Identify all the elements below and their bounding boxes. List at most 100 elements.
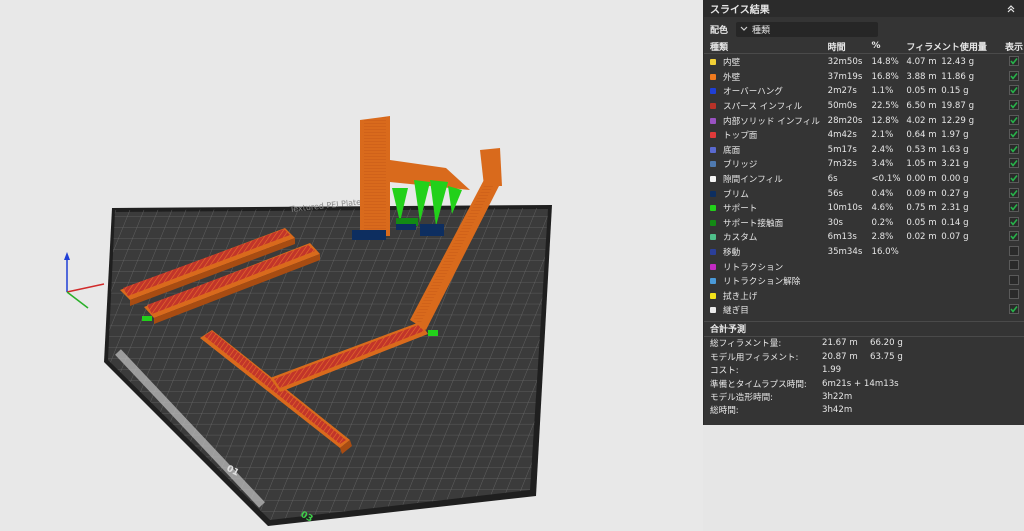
weight-cell: 3.21 g (941, 159, 969, 170)
summary-row: 準備とタイムラプス時間: 6m21s + 14m13s (704, 377, 1024, 390)
length-cell: 0.53 m (906, 144, 937, 155)
check-icon (1010, 131, 1018, 139)
weight-cell: 2.31 g (941, 203, 969, 214)
summary-value-secondary: 63.75 g (870, 351, 903, 362)
feature-name-cell: 移動 (710, 246, 828, 258)
show-checkbox[interactable] (1009, 260, 1020, 271)
time-cell: 7m32s (827, 159, 857, 170)
percent-cell: 16.0% (871, 247, 899, 258)
weight-cell: 0.15 g (941, 86, 969, 97)
color-swatch (710, 176, 716, 183)
percent-cell: 1.1% (871, 86, 894, 97)
feature-name: 移動 (723, 248, 741, 259)
show-checkbox[interactable] (1009, 70, 1020, 81)
feature-name: リトラクション解除 (723, 277, 801, 288)
table-row: 隙間インフィル 6s <0.1% 0.00 m 0.00 g (704, 172, 1024, 187)
header-type: 種類 (710, 42, 729, 53)
percent-cell: 0.4% (871, 188, 894, 199)
feature-name: 内壁 (723, 58, 741, 69)
show-checkbox[interactable] (1009, 289, 1020, 300)
show-checkbox[interactable] (1009, 114, 1020, 125)
percent-cell: 16.8% (871, 71, 899, 82)
check-icon (1010, 145, 1018, 153)
header-show: 表示 (1005, 42, 1024, 53)
check-icon (1010, 189, 1018, 197)
check-icon (1010, 218, 1018, 226)
show-checkbox[interactable] (1009, 85, 1020, 96)
show-checkbox[interactable] (1009, 231, 1020, 242)
show-checkbox[interactable] (1009, 158, 1020, 169)
feature-name-cell: 底面 (710, 144, 828, 156)
feature-name-cell: サポート (710, 202, 828, 214)
header-time: 時間 (827, 42, 846, 53)
table-row: 内部ソリッド インフィル 28m20s 12.8% 4.02 m 12.29 g (704, 113, 1024, 128)
weight-cell: 1.97 g (941, 130, 969, 141)
percent-cell: 12.8% (871, 115, 899, 126)
feature-type-table: 内壁 32m50s 14.8% 4.07 m 12.43 g 外壁 37m19s 16.8% 3… (704, 53, 1024, 318)
check-icon (1010, 204, 1018, 212)
plate-scene[interactable]: Textured PEI Plate 01 03 (0, 0, 703, 531)
show-checkbox[interactable] (1009, 143, 1020, 154)
show-checkbox[interactable] (1009, 100, 1020, 111)
color-scheme-row: 配色 種類 (704, 19, 1024, 39)
feature-name: 拭き上げ (723, 291, 758, 302)
show-checkbox[interactable] (1009, 245, 1020, 256)
weight-cell: 0.00 g (941, 174, 969, 185)
color-scheme-label: 配色 (710, 25, 729, 36)
feature-name: カスタム (723, 233, 758, 244)
length-cell: 4.07 m (906, 57, 937, 68)
check-icon (1010, 58, 1018, 66)
feature-name-cell: トップ面 (710, 129, 828, 141)
show-checkbox[interactable] (1009, 202, 1020, 213)
table-row: カスタム 6m13s 2.8% 0.02 m 0.07 g (704, 230, 1024, 245)
color-scheme-select[interactable]: 種類 (736, 21, 878, 37)
color-swatch (710, 307, 716, 314)
time-cell: 5m17s (827, 144, 857, 155)
table-row: サポート 10m10s 4.6% 0.75 m 2.31 g (704, 201, 1024, 216)
weight-cell: 0.27 g (941, 188, 969, 199)
show-checkbox[interactable] (1009, 173, 1020, 184)
show-checkbox[interactable] (1009, 304, 1020, 315)
show-checkbox[interactable] (1009, 56, 1020, 67)
feature-name: 外壁 (723, 72, 741, 83)
show-checkbox[interactable] (1009, 129, 1020, 140)
feature-name-cell: 内部ソリッド インフィル (710, 115, 828, 127)
color-scheme-value: 種類 (752, 25, 771, 36)
weight-cell: 0.14 g (941, 217, 969, 228)
color-swatch (710, 103, 716, 110)
show-checkbox[interactable] (1009, 216, 1020, 227)
table-row: 底面 5m17s 2.4% 0.53 m 1.63 g (704, 143, 1024, 158)
summary-row: モデル造形時間: 3h22m (704, 390, 1024, 403)
check-icon (1010, 160, 1018, 168)
y-axis (66, 291, 89, 309)
table-row: サポート接触面 30s 0.2% 0.05 m 0.14 g (704, 216, 1024, 231)
feature-name: オーバーハング (723, 87, 783, 98)
percent-cell: 2.1% (871, 130, 894, 141)
color-swatch (710, 234, 716, 241)
feature-name-cell: ブリム (710, 188, 828, 200)
header-percent: % (871, 41, 881, 51)
3d-viewport[interactable]: Textured PEI Plate 01 03 (0, 0, 703, 531)
summary-label: 総時間: (710, 406, 739, 417)
feature-name: 底面 (723, 145, 741, 156)
show-checkbox[interactable] (1009, 274, 1020, 285)
check-icon (1010, 116, 1018, 124)
time-cell: 35m34s (827, 247, 863, 258)
check-icon (1010, 72, 1018, 80)
summary-label: 準備とタイムラプス時間: (710, 379, 807, 390)
collapse-chevron-icon[interactable] (1004, 2, 1018, 16)
time-cell: 50m0s (827, 101, 857, 112)
time-cell: 37m19s (827, 71, 863, 82)
show-checkbox[interactable] (1009, 187, 1020, 198)
summary-value: 3h22m (822, 391, 853, 402)
percent-cell: 14.8% (871, 57, 899, 68)
feature-name: トップ面 (723, 131, 758, 142)
color-swatch (710, 205, 716, 212)
header-filament: フィラメント使用量 (906, 42, 987, 53)
feature-name: サポート接触面 (723, 218, 784, 229)
chevron-down-icon (740, 26, 748, 31)
feature-name-cell: サポート接触面 (710, 217, 828, 229)
color-swatch (710, 146, 716, 153)
percent-cell: 22.5% (871, 101, 899, 112)
percent-cell: <0.1% (871, 174, 901, 185)
